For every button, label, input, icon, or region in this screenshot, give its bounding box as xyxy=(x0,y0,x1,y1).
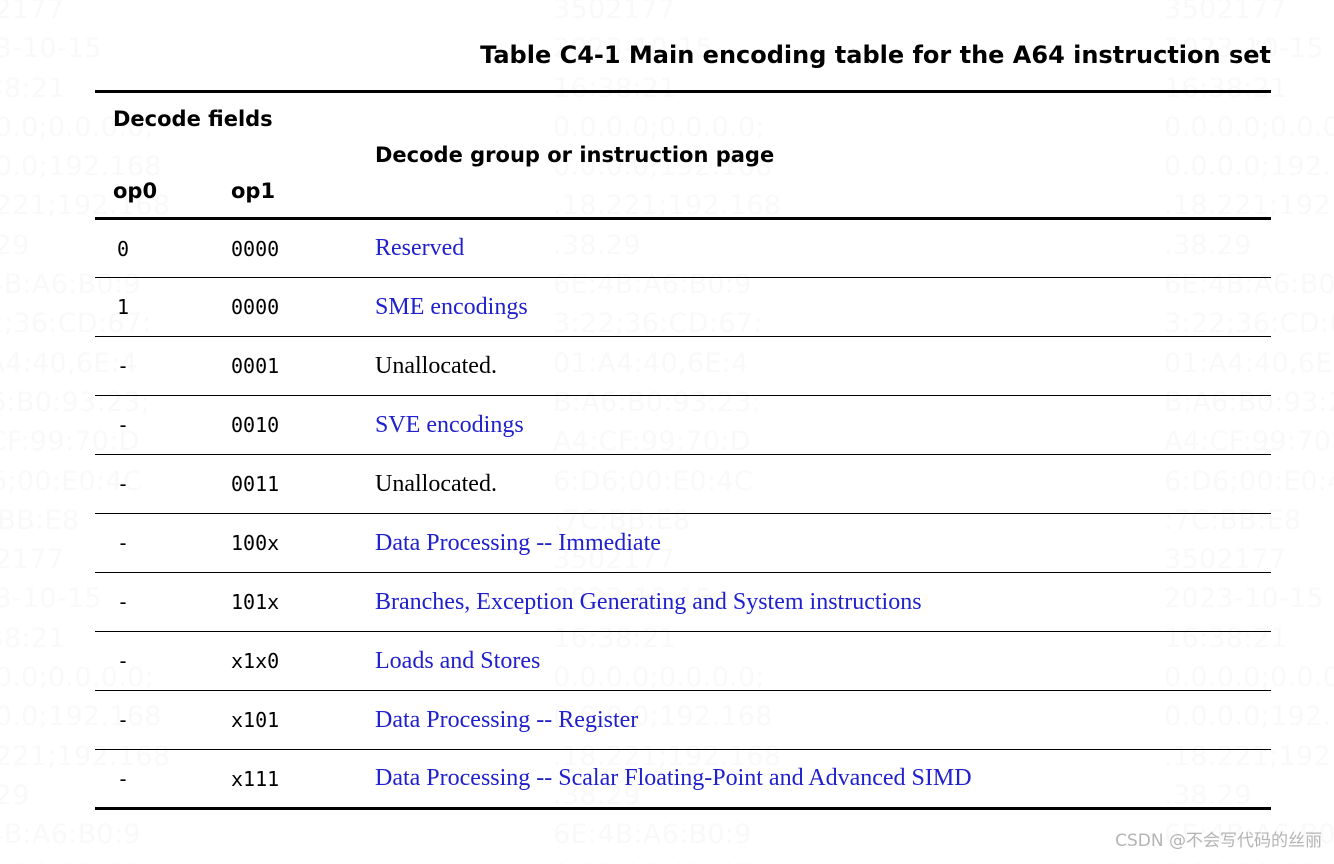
table-header-row-group: Decode fields Decode group or instructio… xyxy=(95,91,1271,167)
page-title: Table C4-1 Main encoding table for the A… xyxy=(480,41,1271,69)
cell-op0: 0 xyxy=(117,236,130,261)
column-group-header-decode-fields: Decode fields xyxy=(113,107,273,131)
column-header-op0: op0 xyxy=(113,179,158,203)
table-body: 0 0000 Reserved 1 0000 SME encodings -0001 Unal… xyxy=(95,219,1271,809)
decode-group-text: Unallocated. xyxy=(375,470,497,497)
table-row: - 0011 Unallocated. xyxy=(95,455,1271,514)
table-row: - 100x Data Processing -- Immediate xyxy=(95,514,1271,573)
table-row: 1 0000 SME encodings xyxy=(95,278,1271,337)
decode-group-link[interactable]: Reserved xyxy=(357,219,1271,278)
table-row: - 0010 SVE encodings xyxy=(95,396,1271,455)
decode-group-link[interactable]: SME encodings xyxy=(357,278,1271,337)
cell-op0: - xyxy=(117,590,130,614)
table-row: - x111 Data Processing -- Scalar Floating-… xyxy=(95,750,1271,809)
cell-op1: 101x xyxy=(231,590,280,614)
decode-group-link[interactable]: Data Processing -- Register xyxy=(357,691,1271,750)
decode-group-link[interactable]: Branches, Exception Generating and Syste… xyxy=(357,573,1271,632)
cell-op1: 0001 xyxy=(231,354,280,378)
cell-op1: x1x0 xyxy=(231,649,280,673)
cell-op0: - xyxy=(117,649,130,673)
encoding-table: Decode fields Decode group or instructio… xyxy=(95,90,1271,810)
cell-op1: 0000 xyxy=(231,236,280,261)
table-header: Decode fields Decode group or instructio… xyxy=(95,91,1271,219)
decode-group-link[interactable]: Data Processing -- Scalar Floating-Point… xyxy=(357,750,1271,809)
cell-op0: 1 xyxy=(117,295,130,319)
table-row: - x101 Data Processing -- Register xyxy=(95,691,1271,750)
cell-op0: - xyxy=(117,413,130,437)
cell-op1: 100x xyxy=(231,531,280,555)
table-row: 0 0000 Reserved xyxy=(95,219,1271,278)
cell-op0: - xyxy=(117,766,130,791)
decode-group-link[interactable]: Loads and Stores xyxy=(357,632,1271,691)
decode-group-link[interactable]: Data Processing -- Immediate xyxy=(357,514,1271,573)
cell-op1: 0011 xyxy=(231,472,280,496)
cell-op1: 0010 xyxy=(231,413,280,437)
cell-op0: - xyxy=(117,708,130,732)
table-row: - 0001 Unallocated. xyxy=(95,337,1271,396)
csdn-attribution-watermark: CSDN @不会写代码的丝丽 xyxy=(1115,831,1322,851)
cell-op1: x111 xyxy=(231,766,280,791)
cell-op1: x101 xyxy=(231,708,280,732)
cell-op1: 0000 xyxy=(231,295,280,319)
column-header-op1: op1 xyxy=(231,179,276,203)
table-row: - 101x Branches, Exception Generating and … xyxy=(95,573,1271,632)
cell-op0: - xyxy=(117,531,130,555)
table-row: - x1x0 Loads and Stores xyxy=(95,632,1271,691)
decode-group-link[interactable]: SVE encodings xyxy=(357,396,1271,455)
decode-group-text: Unallocated. xyxy=(375,352,497,379)
column-header-description: Decode group or instruction page xyxy=(375,143,775,167)
cell-op0: - xyxy=(117,472,130,496)
cell-op0: - xyxy=(117,354,130,378)
